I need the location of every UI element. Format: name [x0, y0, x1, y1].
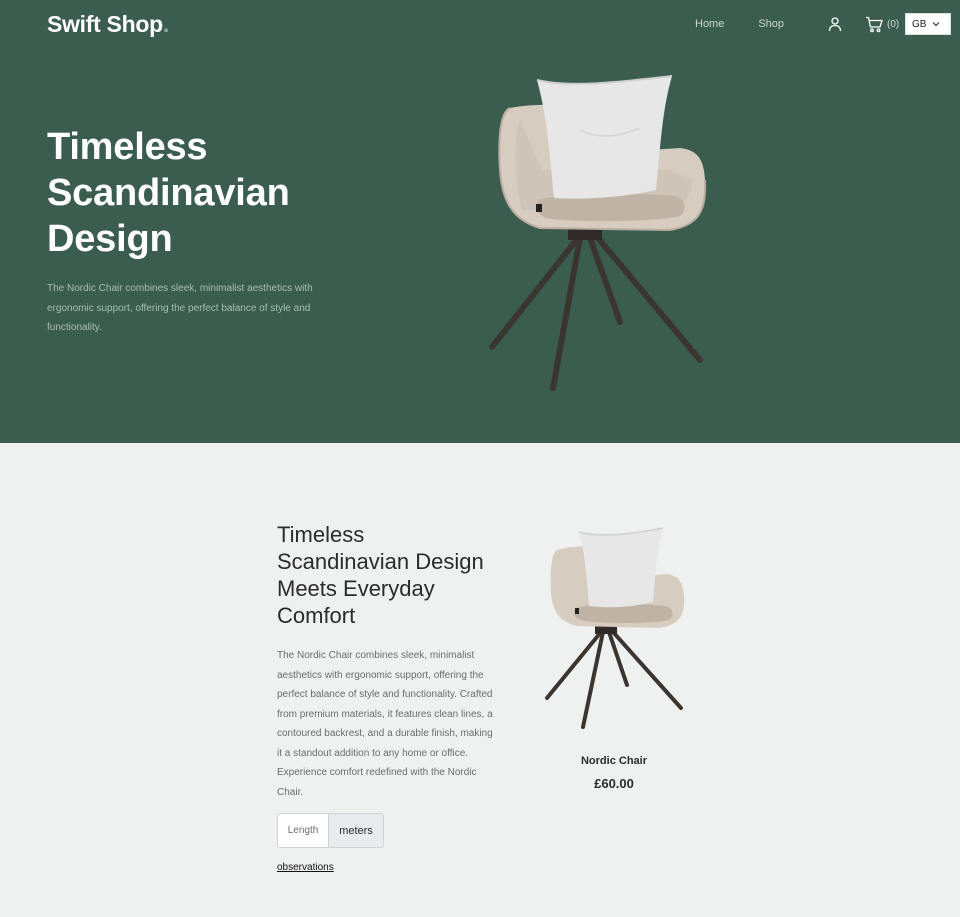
nav-shop[interactable]: Shop: [758, 18, 784, 30]
brand-name: Swift Shop: [47, 11, 163, 37]
locale-select[interactable]: GB: [905, 13, 951, 35]
length-unit-value[interactable]: meters: [329, 814, 383, 847]
length-unit-group: Length meters: [277, 813, 384, 848]
brand-logo[interactable]: Swift Shop.: [47, 11, 169, 38]
nav-home[interactable]: Home: [695, 18, 724, 30]
hero-title: Timeless Scandinavian Design: [47, 126, 290, 260]
observations-link[interactable]: observations: [277, 862, 334, 873]
product-card-name[interactable]: Nordic Chair: [534, 755, 694, 767]
chevron-down-icon: [933, 22, 940, 27]
cart-count: (0): [887, 19, 900, 30]
brand-dot: .: [162, 11, 169, 37]
hero-description: The Nordic Chair combines sleek, minimal…: [47, 283, 313, 333]
length-label: Length: [278, 814, 329, 847]
product-card-image[interactable]: [535, 522, 695, 734]
hero-section: Swift Shop. Home Shop (0) GB Timeless Sc…: [0, 0, 960, 443]
user-icon[interactable]: [827, 16, 843, 32]
locale-value: GB: [912, 18, 927, 30]
product-description: The Nordic Chair combines sleek, minimal…: [277, 650, 493, 798]
hero-chair-image: [489, 75, 707, 391]
main-nav: Home Shop: [695, 18, 784, 30]
product-section-title: Timeless Scandinavian Design Meets Every…: [277, 522, 484, 628]
product-card-price: £60.00: [594, 776, 634, 791]
cart-icon: [866, 16, 883, 33]
cart-button[interactable]: (0): [865, 16, 899, 33]
